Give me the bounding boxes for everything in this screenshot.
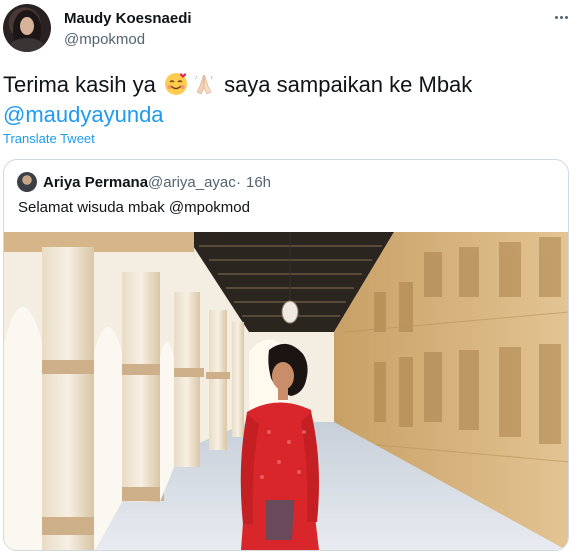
quoted-tweet-photo[interactable] — [4, 232, 569, 551]
more-options-icon[interactable] — [549, 8, 573, 26]
tweet-text-part-1: Terima kasih ya — [3, 72, 162, 97]
quoted-tweet[interactable]: Ariya Permana @ariya_ayac · 16h Selamat … — [3, 159, 569, 551]
folded-hands-icon — [194, 74, 213, 95]
author-avatar[interactable] — [3, 4, 51, 52]
tweet-text-part-2: saya sampaikan ke Mbak — [217, 72, 473, 97]
mention-link[interactable]: @maudyayunda — [3, 102, 164, 127]
smiling-face-with-hearts-icon — [164, 73, 187, 95]
separator-dot: · — [236, 174, 241, 191]
tweet-text: Terima kasih ya saya sampaikan ke Mbak @… — [3, 70, 573, 130]
author-handle[interactable]: @mpokmod — [64, 31, 145, 48]
quoted-author-name: Ariya Permana — [43, 174, 149, 191]
quoted-tweet-text: Selamat wisuda mbak @mpokmod — [18, 199, 250, 216]
tweet: Maudy Koesnaedi @mpokmod Terima kasih ya… — [0, 0, 579, 553]
author-name[interactable]: Maudy Koesnaedi — [64, 10, 192, 27]
quoted-author-handle: @ariya_ayac — [148, 174, 236, 191]
quoted-author-avatar — [17, 172, 37, 192]
quoted-tweet-time: 16h — [246, 174, 272, 191]
translate-tweet-link[interactable]: Translate Tweet — [3, 131, 95, 146]
